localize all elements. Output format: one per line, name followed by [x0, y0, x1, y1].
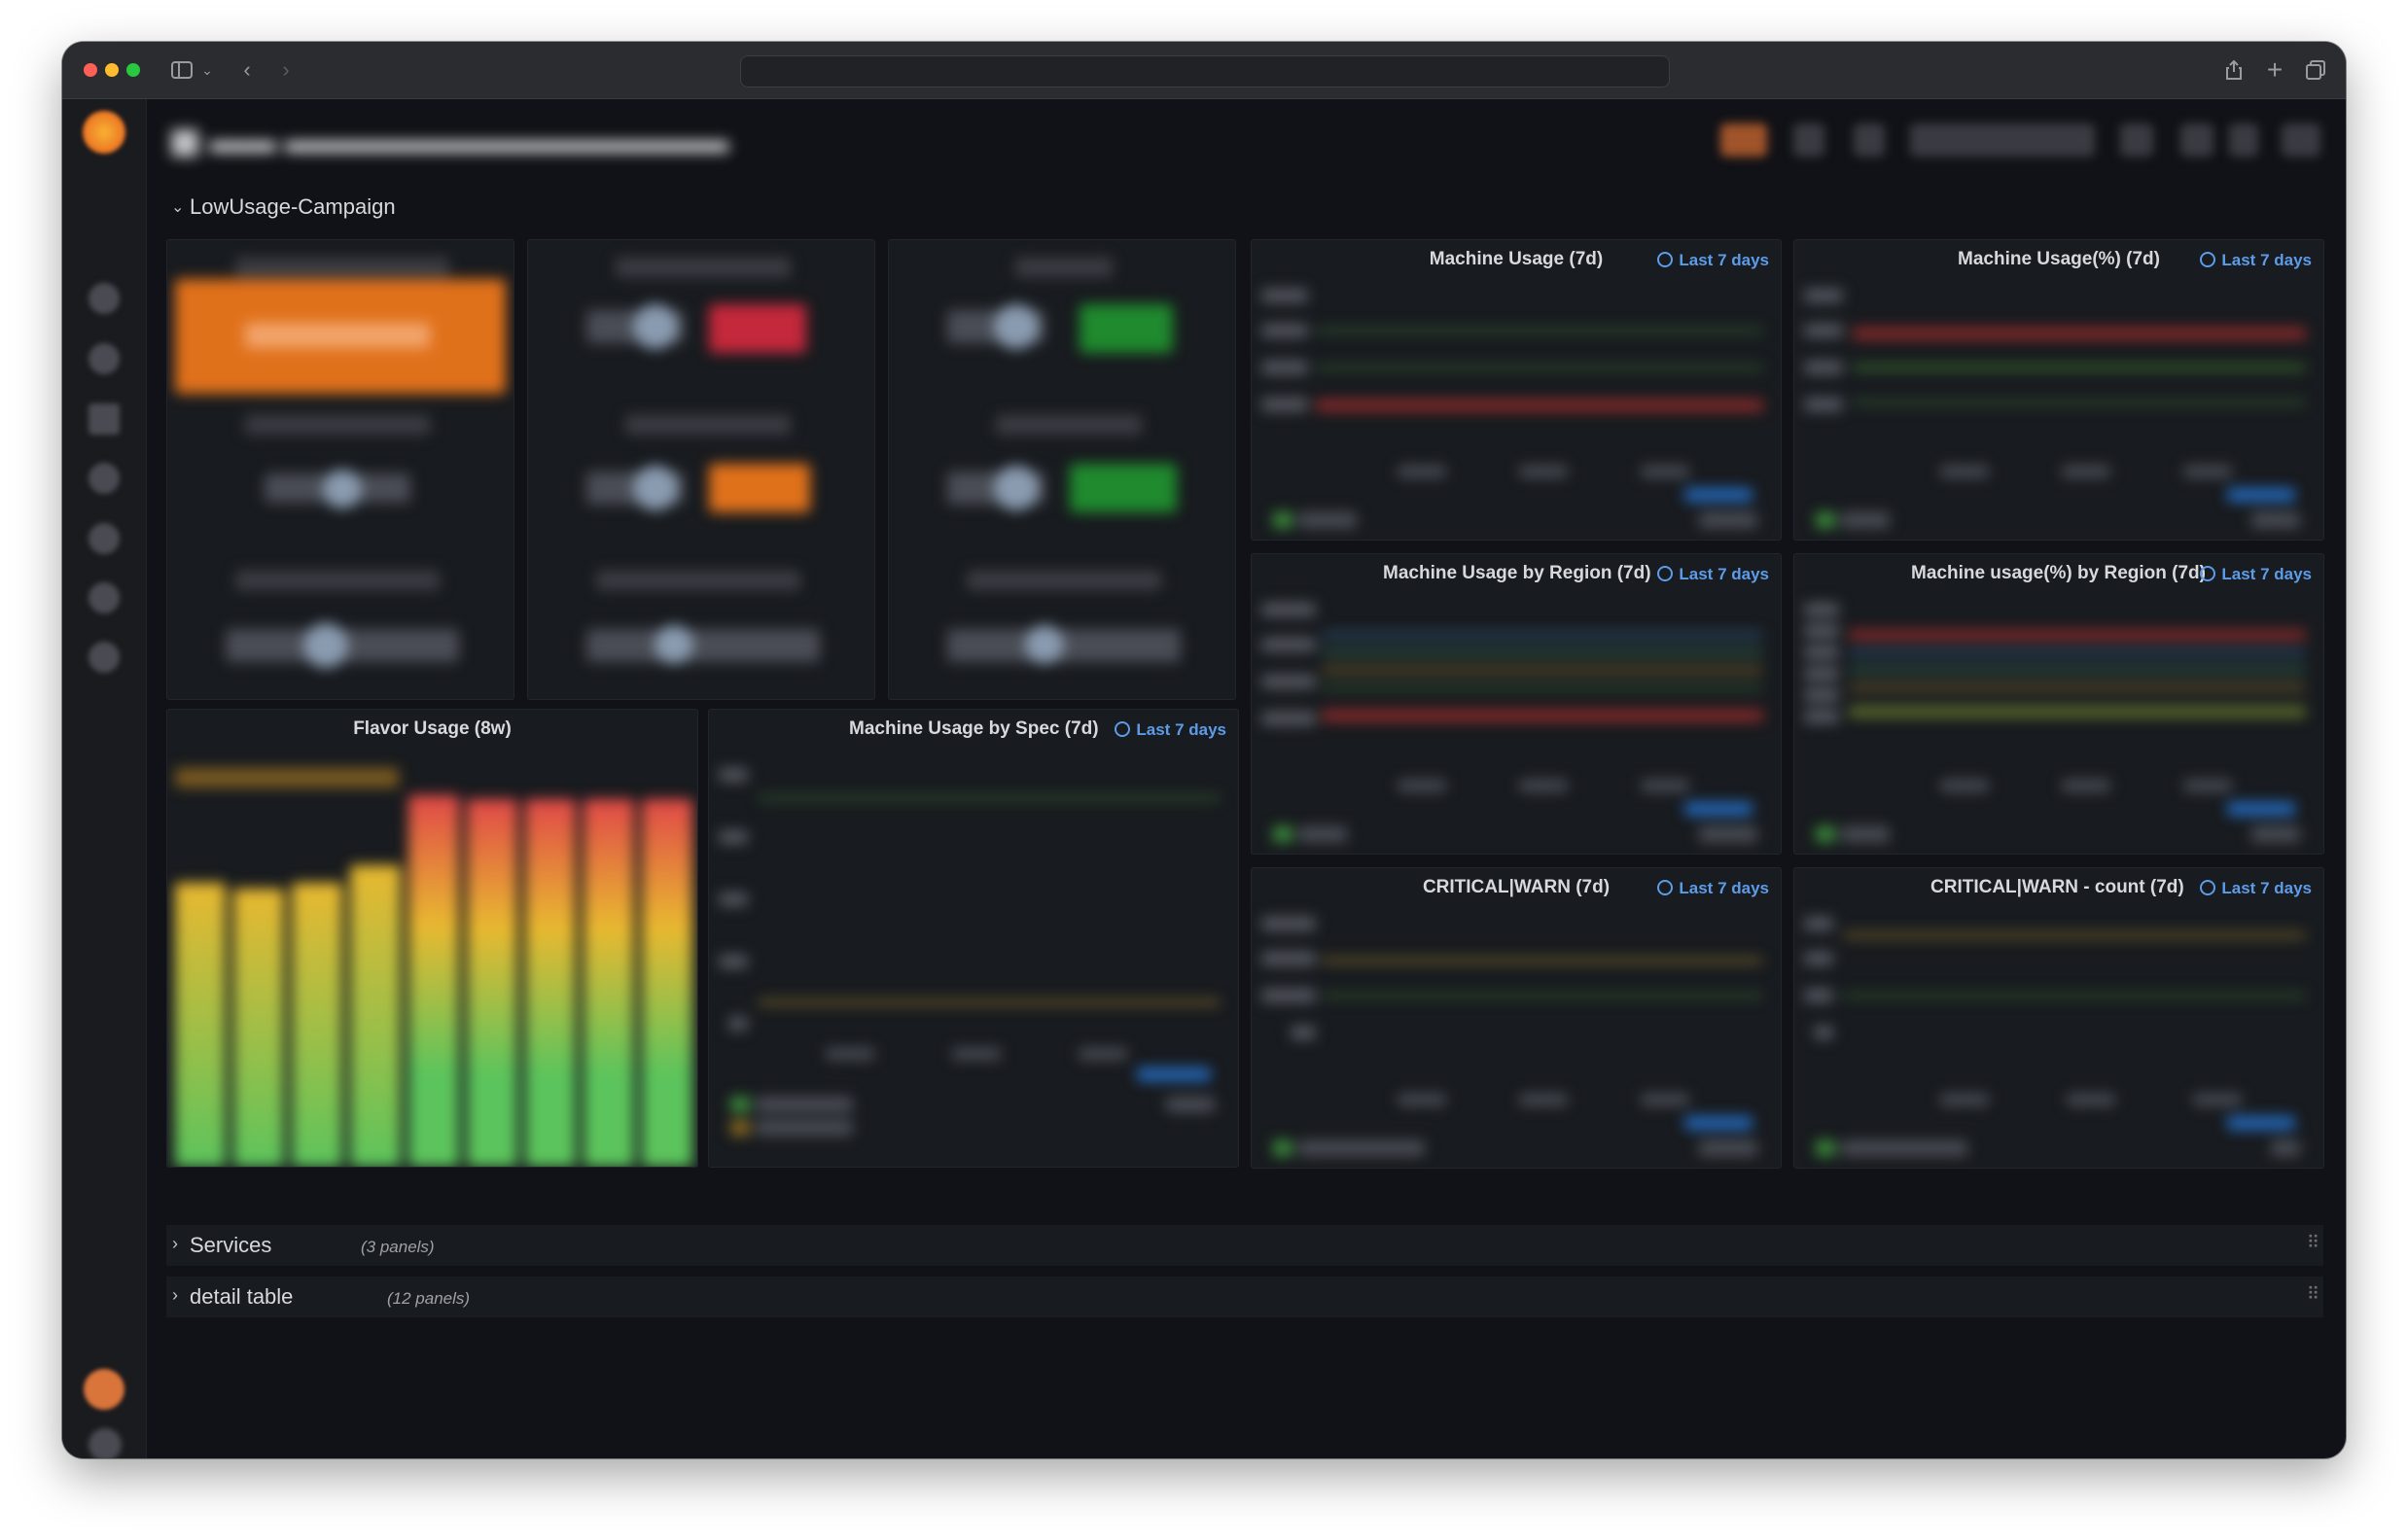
panel-machine-usage-region[interactable]: Machine Usage by Region (7d) Last 7 days [1251, 553, 1782, 855]
stat-panel-group-3[interactable] [888, 239, 1236, 700]
configuration-gear-icon[interactable] [89, 582, 120, 613]
drag-handle-icon[interactable]: ⠿ [2307, 1284, 2319, 1305]
new-tab-icon[interactable]: + [2262, 55, 2287, 85]
refresh-icon[interactable] [2180, 123, 2213, 157]
panel-title: Flavor Usage (8w) [353, 718, 512, 739]
blurred-graph [1794, 907, 2323, 1168]
row-detail-table[interactable]: › detail table (12 panels) ⠿ [166, 1277, 2323, 1317]
row-services[interactable]: › Services (3 panels) ⠿ [166, 1225, 2323, 1266]
panel-time-override: Last 7 days [1657, 879, 1769, 898]
panel-time-override: Last 7 days [2200, 251, 2312, 270]
tab-overview-icon[interactable] [2303, 55, 2328, 85]
browser-titlebar: ⌄ ‹ › + [62, 42, 2346, 99]
panel-time-override: Last 7 days [1657, 565, 1769, 584]
panel-machine-usage-spec[interactable]: Machine Usage by Spec (7d) Last 7 days [708, 709, 1239, 1168]
chevron-right-icon: › [172, 1234, 178, 1253]
panel-time-override: Last 7 days [1657, 251, 1769, 270]
row-panel-count: (12 panels) [387, 1289, 471, 1308]
row-panel-count: (3 panels) [361, 1238, 435, 1256]
row-title: detail table [190, 1284, 294, 1309]
search-icon[interactable] [89, 283, 120, 314]
panel-machine-usage-pct-region[interactable]: Machine usage(%) by Region (7d) Last 7 d… [1793, 553, 2324, 855]
clock-icon [1657, 880, 1674, 895]
drag-handle-icon[interactable]: ⠿ [2307, 1233, 2319, 1253]
stat-panel-group-2[interactable] [527, 239, 875, 700]
clock-icon [1657, 252, 1674, 267]
time-range-picker[interactable] [1910, 123, 2095, 157]
back-icon[interactable]: ‹ [237, 55, 257, 85]
help-icon[interactable] [89, 1428, 122, 1458]
dashboards-icon[interactable] [89, 403, 120, 435]
clock-icon [2200, 880, 2216, 895]
zoom-window-button[interactable] [126, 63, 140, 77]
panel-critical-warn-count[interactable]: CRITICAL|WARN - count (7d) Last 7 days [1793, 867, 2324, 1169]
chevron-down-icon[interactable]: ⌄ [171, 197, 184, 217]
blurred-stat-content [889, 240, 1235, 699]
blurred-graph [709, 756, 1238, 1167]
chevron-right-icon: › [172, 1285, 178, 1305]
stat-panel-group-1[interactable] [166, 239, 514, 700]
clock-icon [1115, 721, 1131, 737]
share-icon[interactable] [2221, 55, 2247, 85]
blurred-bar-chart [167, 756, 697, 1167]
zoom-out-icon[interactable] [2120, 123, 2153, 157]
shield-icon[interactable] [89, 642, 120, 673]
panel-flavor-usage[interactable]: Flavor Usage (8w) [166, 709, 698, 1168]
panel-machine-usage[interactable]: Machine Usage (7d) Last 7 days [1251, 239, 1782, 541]
dashboard-settings-icon[interactable] [1854, 123, 1885, 157]
nav-sidebar [62, 99, 147, 1458]
panel-time-override: Last 7 days [2200, 565, 2312, 584]
refresh-interval-dropdown[interactable] [2229, 123, 2258, 157]
blurred-stat-content [167, 240, 513, 699]
blurred-graph [1252, 593, 1781, 854]
blurred-stat-content [528, 240, 874, 699]
panel-critical-warn[interactable]: CRITICAL|WARN (7d) Last 7 days [1251, 867, 1782, 1169]
explore-icon[interactable] [89, 463, 120, 494]
row-title-lowusage-campaign[interactable]: LowUsage-Campaign [190, 194, 396, 220]
blurred-graph [1794, 279, 2323, 540]
blurred-graph [1794, 593, 2323, 854]
user-avatar[interactable] [84, 1369, 124, 1410]
save-dashboard-icon[interactable] [1793, 123, 1824, 157]
panel-time-override: Last 7 days [1115, 720, 1226, 740]
clock-icon [1657, 566, 1674, 581]
address-bar[interactable] [740, 55, 1670, 88]
tv-mode-icon[interactable] [2282, 123, 2320, 157]
add-panel-icon[interactable] [1720, 123, 1767, 157]
forward-icon[interactable]: › [276, 55, 296, 85]
blurred-graph [1252, 279, 1781, 540]
browser-window: ⌄ ‹ › + ▦ ▬▬ ▬▬▬▬▬▬▬▬▬▬▬▬▬▬▬▬ ✦ ⇚ ⌄ LowU… [62, 42, 2346, 1458]
dashboard-breadcrumb: ▦ ▬▬ ▬▬▬▬▬▬▬▬▬▬▬▬▬▬▬▬ ✦ ⇚ [169, 122, 728, 159]
grafana-logo-icon[interactable] [83, 111, 125, 154]
close-window-button[interactable] [84, 63, 97, 77]
row-title: Services [190, 1233, 272, 1257]
blurred-graph [1252, 907, 1781, 1168]
clock-icon [2200, 252, 2216, 267]
panel-machine-usage-pct[interactable]: Machine Usage(%) (7d) Last 7 days [1793, 239, 2324, 541]
minimize-window-button[interactable] [105, 63, 119, 77]
alerting-bell-icon[interactable] [89, 523, 120, 554]
plus-icon[interactable] [89, 343, 120, 374]
panel-time-override: Last 7 days [2200, 879, 2312, 898]
clock-icon [2200, 566, 2216, 581]
chevron-down-icon[interactable]: ⌄ [200, 55, 214, 85]
sidebar-toggle-icon[interactable] [169, 55, 195, 85]
